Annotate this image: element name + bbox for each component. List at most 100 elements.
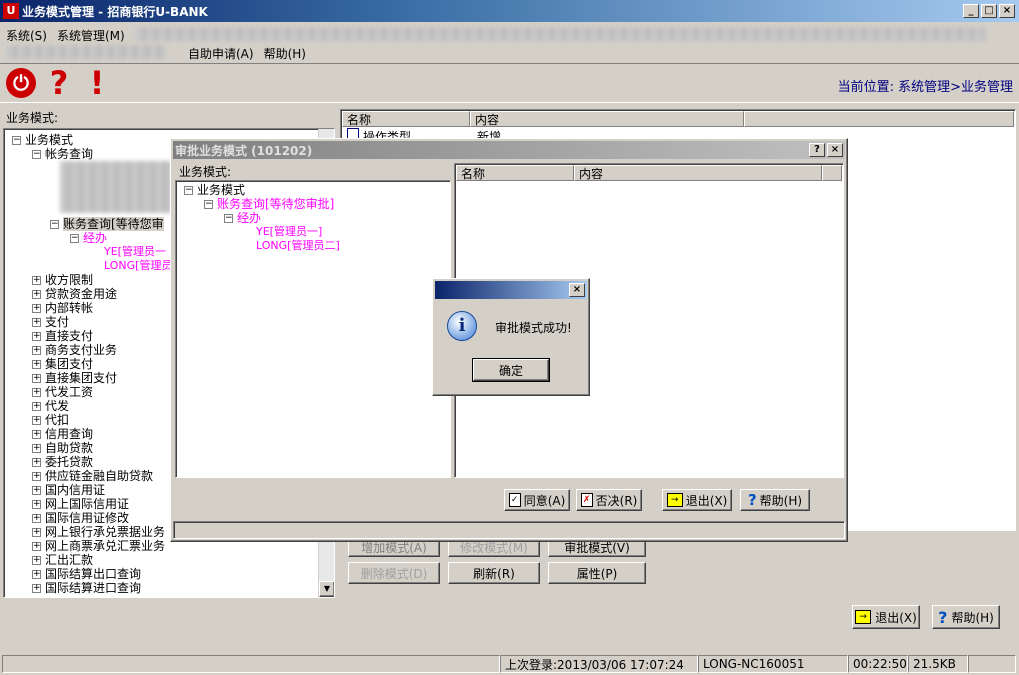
col-name[interactable]: 名称	[342, 111, 470, 127]
tree-item-label: 直接支付	[45, 329, 94, 343]
expand-icon[interactable]: +	[32, 331, 41, 341]
status-machine: LONG-NC160051	[698, 655, 848, 673]
expand-icon[interactable]: +	[32, 275, 41, 285]
close-button[interactable]: ×	[999, 4, 1015, 18]
expand-icon[interactable]: +	[32, 471, 41, 481]
tree-item-label: 国内信用证	[45, 483, 106, 497]
expand-icon[interactable]: +	[32, 401, 41, 411]
tree-ye[interactable]: YE[管理员一	[104, 245, 166, 259]
dialog-close-button[interactable]: ×	[827, 143, 843, 157]
tree-item-label: 代扣	[45, 413, 70, 427]
expand-icon[interactable]: +	[32, 387, 41, 397]
tree-item-label: 自助贷款	[45, 441, 94, 455]
menu-self-apply[interactable]: 自助申请(A)	[188, 45, 254, 61]
main-help-button[interactable]: ? 帮助(H)	[932, 605, 1000, 629]
dialog-exit-button[interactable]: → 退出(X)	[662, 489, 732, 511]
tree-item[interactable]: + 代扣	[32, 413, 69, 427]
expand-icon[interactable]: +	[32, 373, 41, 383]
tree-item[interactable]: + 直接集团支付	[32, 371, 117, 385]
menu-system-manage[interactable]: 系统管理(M)	[57, 27, 125, 43]
exit-icon: →	[855, 610, 872, 624]
tree-item[interactable]: + 信用查询	[32, 427, 93, 441]
menu-bar-row2: 自助申请(A) 帮助(H)	[6, 45, 1006, 61]
main-titlebar: U 业务模式管理 - 招商银行U-BANK _ □ ×	[0, 0, 1019, 22]
scroll-down-icon[interactable]: ▼	[319, 581, 334, 597]
expand-icon[interactable]: +	[32, 429, 41, 439]
tree-item[interactable]: + 网上银行承兑票据业务	[32, 525, 165, 539]
maximize-button[interactable]: □	[981, 4, 997, 18]
menu-help[interactable]: 帮助(H)	[264, 45, 306, 61]
expand-icon[interactable]: +	[32, 583, 41, 593]
delete-mode-button[interactable]: 删除模式(D)	[348, 562, 440, 584]
properties-button[interactable]: 属性(P)	[548, 562, 646, 584]
tree-item[interactable]: + 内部转帐	[32, 301, 93, 315]
dialog-help-button[interactable]: ?	[809, 143, 825, 157]
dialog-help-btn[interactable]: ? 帮助(H)	[740, 489, 810, 511]
expand-icon[interactable]: +	[32, 443, 41, 453]
dialog-tree-ye[interactable]: YE[管理员一]	[256, 225, 322, 239]
dialog-col-name[interactable]: 名称	[456, 165, 574, 181]
refresh-button[interactable]: 刷新(R)	[448, 562, 540, 584]
tree-item[interactable]: + 代发工资	[32, 385, 93, 399]
tree-item[interactable]: + 商务支付业务	[32, 343, 117, 357]
reject-button[interactable]: ✗ 否决(R)	[576, 489, 642, 511]
dialog-tree-root[interactable]: − 业务模式	[184, 183, 245, 197]
tree-handler[interactable]: − 经办	[70, 231, 107, 245]
tree-item[interactable]: + 集团支付	[32, 357, 93, 371]
tree-root[interactable]: − 业务模式	[12, 133, 73, 147]
tree-item[interactable]: + 国际结算出口查询	[32, 567, 141, 581]
expand-icon[interactable]: +	[32, 499, 41, 509]
tree-item-label: 贷款资金用途	[45, 287, 118, 301]
expand-icon[interactable]: +	[32, 359, 41, 369]
exclamation-icon[interactable]: !	[82, 66, 112, 100]
tree-account-pending[interactable]: − 账务查询[等待您审	[50, 217, 164, 231]
tree-item[interactable]: + 国际信用证修改	[32, 511, 129, 525]
ok-button[interactable]: 确定	[472, 358, 550, 382]
question-icon[interactable]: ?	[44, 66, 74, 100]
tree-item[interactable]: + 国际结算进口查询	[32, 581, 141, 595]
tree-item[interactable]: + 国内信用证	[32, 483, 105, 497]
tree-account-query[interactable]: − 帐务查询	[32, 147, 93, 161]
menu-system[interactable]: 系统(S)	[6, 27, 47, 43]
expand-icon[interactable]: +	[32, 345, 41, 355]
expand-icon[interactable]: +	[32, 555, 41, 565]
dialog-col-content[interactable]: 内容	[574, 165, 822, 181]
dialog-tree-long[interactable]: LONG[管理员二]	[256, 239, 340, 253]
expand-icon[interactable]: +	[32, 303, 41, 313]
tree-item[interactable]: + 直接支付	[32, 329, 93, 343]
toolbar: ⏻ ? ! 当前位置: 系统管理>业务管理	[0, 63, 1019, 103]
expand-icon[interactable]: +	[32, 569, 41, 579]
tree-item[interactable]: + 供应链金融自助贷款	[32, 469, 153, 483]
tree-item[interactable]: + 支付	[32, 315, 69, 329]
col-content[interactable]: 内容	[470, 111, 744, 127]
status-size: 21.5KB	[908, 655, 968, 673]
tree-item[interactable]: + 自助贷款	[32, 441, 93, 455]
window-title: 业务模式管理 - 招商银行U-BANK	[22, 4, 208, 19]
expand-icon[interactable]: +	[32, 527, 41, 537]
tree-item[interactable]: + 汇出汇款	[32, 553, 93, 567]
main-exit-button[interactable]: → 退出(X)	[852, 605, 920, 629]
dialog-tree-handler[interactable]: − 经办	[224, 211, 261, 225]
expand-icon[interactable]: +	[32, 415, 41, 425]
expand-icon[interactable]: +	[32, 457, 41, 467]
tree-item-label: 供应链金融自助贷款	[45, 469, 154, 483]
tree-item[interactable]: + 代发	[32, 399, 69, 413]
tree-item[interactable]: + 收方限制	[32, 273, 93, 287]
expand-icon[interactable]: +	[32, 485, 41, 495]
dialog-tree-pending[interactable]: − 账务查询[等待您审批]	[204, 197, 334, 211]
tree-item-label: 国际结算出口查询	[45, 567, 142, 581]
tree-item[interactable]: + 委托贷款	[32, 455, 93, 469]
message-close-button[interactable]: ×	[569, 283, 585, 297]
expand-icon[interactable]: +	[32, 513, 41, 523]
expand-icon[interactable]: +	[32, 289, 41, 299]
minimize-button[interactable]: _	[963, 4, 979, 18]
expand-icon[interactable]: +	[32, 541, 41, 551]
expand-icon[interactable]: +	[32, 317, 41, 327]
tree-item[interactable]: + 网上商票承兑汇票业务	[32, 539, 165, 553]
exit-icon: →	[666, 493, 683, 507]
tree-item[interactable]: + 贷款资金用途	[32, 287, 117, 301]
tree-long[interactable]: LONG[管理员	[104, 259, 172, 273]
agree-button[interactable]: ✓ 同意(A)	[504, 489, 570, 511]
power-icon[interactable]: ⏻	[6, 68, 36, 98]
tree-item[interactable]: + 网上国际信用证	[32, 497, 129, 511]
